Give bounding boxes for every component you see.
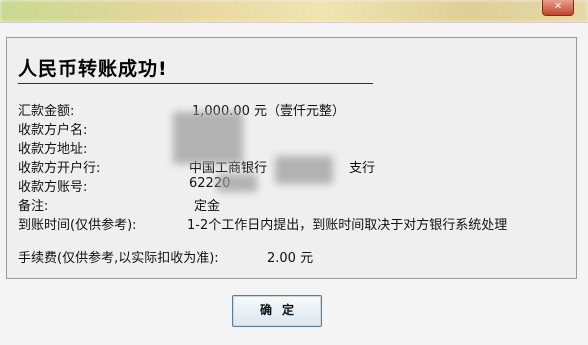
dialog-button-area: 确定 xyxy=(232,295,322,327)
close-button[interactable]: ✕ xyxy=(542,0,574,16)
heading-divider xyxy=(18,83,373,84)
transfer-details-panel: 人民币转账成功! 汇款金额: 1,000.00 元（壹仟元整） 收款方户名: 收… xyxy=(6,37,577,279)
redaction-blur-bank xyxy=(275,156,333,184)
payee-label: 收款方户名: xyxy=(18,123,88,138)
arrival-time-label: 到账时间(仅供参考): xyxy=(18,218,137,233)
note-label: 备注: xyxy=(18,199,49,214)
address-label: 收款方地址: xyxy=(18,142,88,157)
account-label: 收款方账号: xyxy=(18,180,88,195)
fee-label: 手续费(仅供参考,以实际扣收为准): xyxy=(18,251,219,266)
transfer-result-dialog: 人民币转账成功! 汇款金额: 1,000.00 元（壹仟元整） 收款方户名: 收… xyxy=(0,22,588,345)
arrival-time-value: 1-2个工作日内提出，到账时间取决于对方银行系统处理 xyxy=(187,218,508,233)
close-icon: ✕ xyxy=(553,1,563,12)
window-title-bar xyxy=(0,0,588,22)
redaction-blur-account xyxy=(217,174,257,192)
bank-value-suffix: 支行 xyxy=(349,161,376,176)
confirm-button[interactable]: 确定 xyxy=(232,295,322,327)
redaction-blur-payee xyxy=(173,112,243,164)
note-value: 定金 xyxy=(194,199,221,214)
fee-value: 2.00 元 xyxy=(267,251,314,266)
success-heading: 人民币转账成功! xyxy=(18,58,168,80)
amount-label: 汇款金额: xyxy=(18,104,75,119)
bank-label: 收款方开户行: xyxy=(18,161,101,176)
